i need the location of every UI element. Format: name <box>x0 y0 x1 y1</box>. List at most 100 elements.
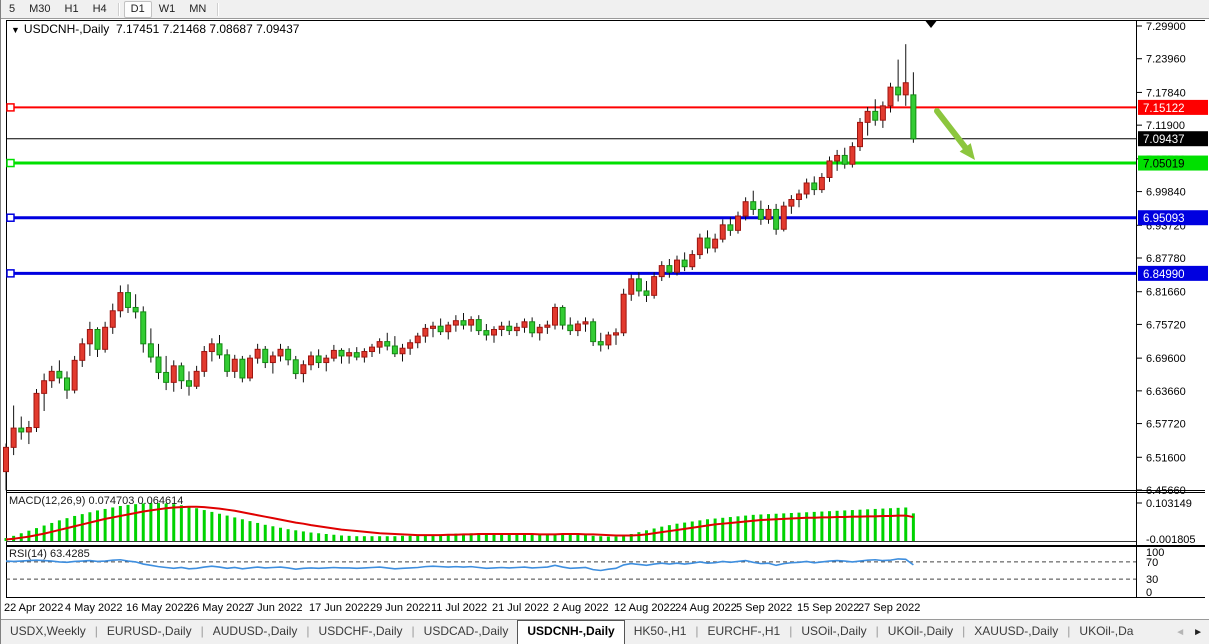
chart-canvas[interactable]: 7.299007.239607.178407.119007.057806.998… <box>1 0 1209 644</box>
candle-up <box>4 447 9 471</box>
date-axis-label: 5 Sep 2022 <box>736 602 792 614</box>
candle-down <box>126 293 131 308</box>
candle-up <box>232 359 237 371</box>
candle-up <box>819 177 824 189</box>
price-axis-label: 6.45660 <box>1146 485 1186 497</box>
macd-bar <box>317 533 320 541</box>
support-line-green-handle[interactable] <box>7 160 14 167</box>
resistance-line-handle[interactable] <box>7 104 14 111</box>
candle-down <box>156 357 161 372</box>
date-axis-label: 17 Jun 2022 <box>309 602 370 614</box>
macd-bar <box>798 513 801 541</box>
macd-bar <box>287 529 290 541</box>
date-axis-label: 7 Jun 2022 <box>248 602 302 614</box>
symbol-tab-usdchf-daily[interactable]: USDCHF-,Daily <box>310 620 412 644</box>
candle-up <box>49 371 54 380</box>
candle-down <box>751 202 756 210</box>
symbol-tab-audusd-daily[interactable]: AUDUSD-,Daily <box>204 620 307 644</box>
macd-bar <box>737 516 740 541</box>
candle-down <box>667 266 672 273</box>
symbol-tab-eurusd-daily[interactable]: EURUSD-,Daily <box>98 620 201 644</box>
candle-up <box>499 326 504 329</box>
candle-up <box>629 279 634 294</box>
support-line-blue-2-handle[interactable] <box>7 270 14 277</box>
candle-down <box>392 346 397 354</box>
macd-bar <box>340 535 343 541</box>
macd-axis-min: -0.001805 <box>1146 534 1196 546</box>
macd-bar <box>714 519 717 541</box>
symbol-tab-usoil-daily[interactable]: USOil-,Daily <box>792 620 875 644</box>
candle-down <box>842 155 847 164</box>
timeframe-button-w1[interactable]: W1 <box>152 1 183 18</box>
macd-bar <box>256 523 259 541</box>
macd-bar <box>881 509 884 541</box>
symbol-tab-usdx-weekly[interactable]: USDX,Weekly <box>1 620 95 644</box>
candle-down <box>286 349 291 359</box>
symbol-tab-ukoil-daily[interactable]: UKOil-,Daily <box>879 620 962 644</box>
candle-down <box>316 356 321 363</box>
resistance-line-price-badge-text: 7.15122 <box>1143 103 1185 115</box>
date-axis-label: 26 May 2022 <box>187 602 251 614</box>
candle-up <box>11 428 16 447</box>
candle-down <box>636 279 641 291</box>
candle-up <box>888 87 893 106</box>
symbol-tab-eurchf-h1[interactable]: EURCHF-,H1 <box>699 620 790 644</box>
timeframe-toolbar: 5M30H1H4 D1W1MN <box>1 0 1209 19</box>
date-axis-label: 16 May 2022 <box>126 602 190 614</box>
macd-bar <box>119 506 122 541</box>
macd-bar <box>645 530 648 541</box>
timeframe-button-h1[interactable]: H1 <box>58 1 86 18</box>
macd-bar <box>637 532 640 541</box>
candle-down <box>95 329 100 349</box>
macd-bar <box>721 518 724 541</box>
candle-down <box>682 260 687 267</box>
macd-bar <box>302 531 305 541</box>
candle-down <box>705 238 710 248</box>
symbol-tab-hk50-h1[interactable]: HK50-,H1 <box>625 620 696 644</box>
macd-bar <box>386 536 389 541</box>
date-axis-label: 15 Sep 2022 <box>797 602 859 614</box>
candle-up <box>103 327 108 349</box>
tab-scroll-left-icon[interactable]: ◄ <box>1175 627 1185 638</box>
macd-bar <box>355 536 358 541</box>
candle-up <box>26 428 31 432</box>
candle-up <box>400 348 405 354</box>
date-axis-label: 22 Apr 2022 <box>4 602 63 614</box>
candle-down <box>179 366 184 381</box>
symbol-tab-xauusd-daily[interactable]: XAUUSD-,Daily <box>965 620 1067 644</box>
rsi-axis-label: 70 <box>1146 557 1158 569</box>
macd-bar <box>904 507 907 541</box>
symbol-tab-usdcad-daily[interactable]: USDCAD-,Daily <box>415 620 518 644</box>
candle-up <box>453 321 458 325</box>
macd-bar <box>172 504 175 541</box>
timeframe-button-d1[interactable]: D1 <box>124 1 152 18</box>
symbol-tab-usdcnh-daily[interactable]: USDCNH-,Daily <box>517 620 624 644</box>
timeframe-button-mn[interactable]: MN <box>182 1 213 18</box>
candle-up <box>766 209 771 219</box>
candle-down <box>476 320 481 331</box>
date-axis-label: 4 May 2022 <box>65 602 122 614</box>
macd-bar <box>294 530 297 541</box>
candle-down <box>148 344 153 357</box>
support-line-blue-1-handle[interactable] <box>7 214 14 221</box>
macd-bar <box>584 535 587 541</box>
tab-scroll-right-icon[interactable]: ► <box>1193 627 1203 638</box>
candle-down <box>339 350 344 356</box>
candle-down <box>507 326 512 330</box>
candle-down <box>530 322 535 333</box>
candle-up <box>804 183 809 194</box>
symbol-tab-ukoil-da[interactable]: UKOil-,Da <box>1070 620 1142 644</box>
candle-down <box>568 325 573 331</box>
candle-up <box>880 106 885 120</box>
macd-bar <box>180 505 183 541</box>
candle-down <box>217 344 222 355</box>
timeframe-button-5[interactable]: 5 <box>2 1 22 18</box>
candle-up <box>446 325 451 332</box>
macd-bar <box>813 512 816 541</box>
candle-down <box>65 378 70 390</box>
candle-up <box>209 344 214 352</box>
candle-up <box>743 202 748 216</box>
timeframe-button-m30[interactable]: M30 <box>22 1 57 18</box>
candle-up <box>789 200 794 207</box>
timeframe-button-h4[interactable]: H4 <box>86 1 114 18</box>
